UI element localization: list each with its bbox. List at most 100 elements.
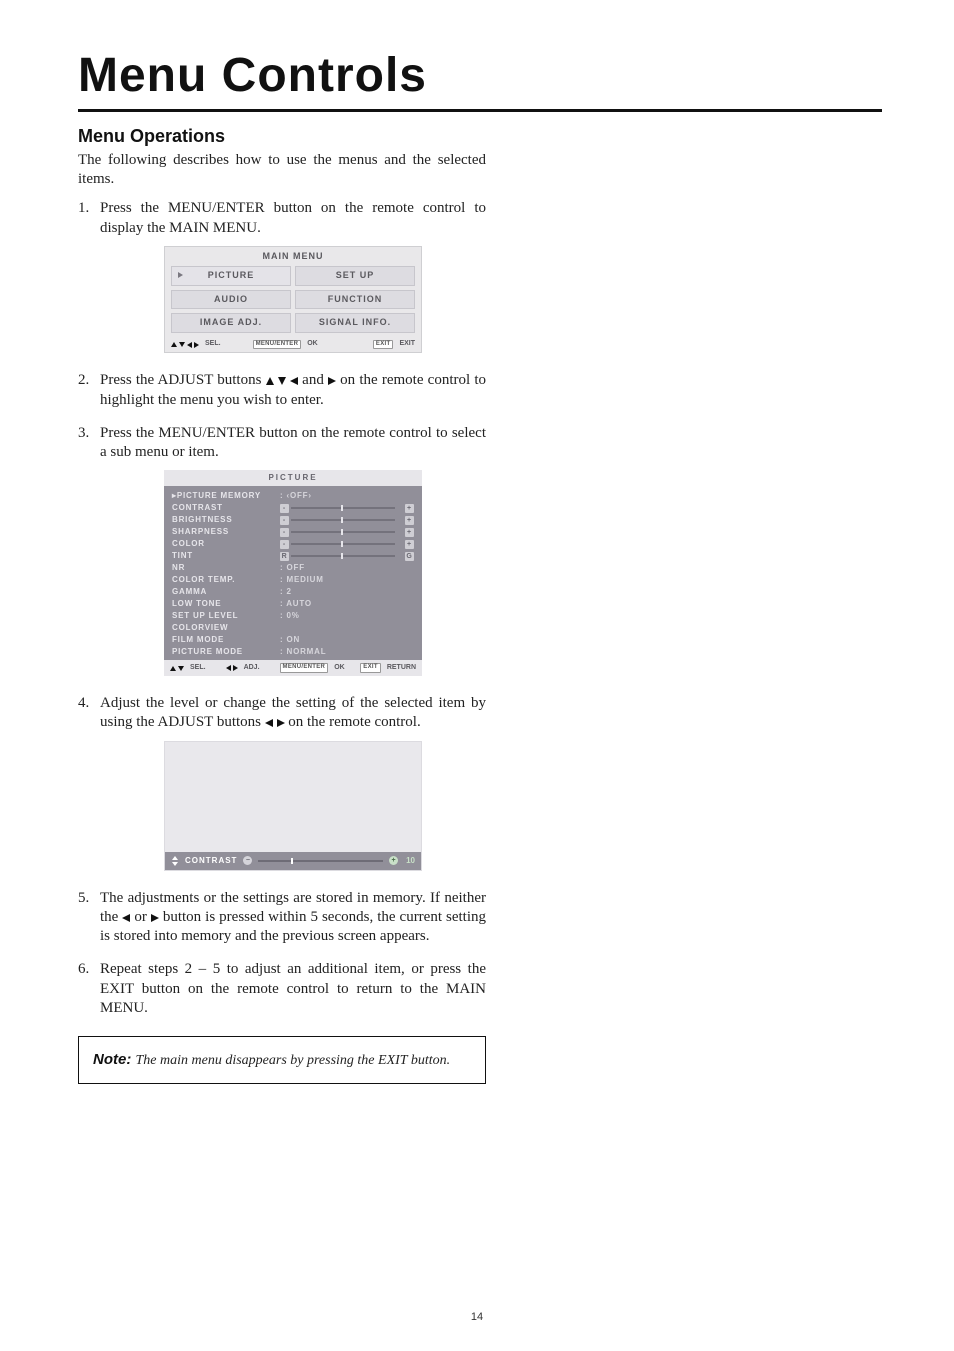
row-label: COLOR	[172, 539, 280, 549]
picture-row-color[interactable]: COLOR- +	[172, 538, 414, 550]
footer-adj-label: ADJ.	[244, 664, 260, 673]
step-6: Repeat steps 2 – 5 to adjust an addition…	[78, 960, 486, 1018]
cap-left-icon: -	[280, 516, 289, 525]
picture-row-colorview[interactable]: COLORVIEW	[172, 622, 414, 634]
down-arrow-icon	[278, 377, 286, 385]
step-3-text: Press the MENU/ENTER button on the remot…	[100, 425, 486, 460]
row-value: : MEDIUM	[280, 575, 324, 585]
cap-right-icon: +	[405, 540, 414, 549]
picture-row-brightness[interactable]: BRIGHTNESS-+	[172, 514, 414, 526]
menu-enter-key-icon: MENU/ENTER	[253, 340, 302, 350]
step-2: Press the ADJUST buttons and on the remo…	[78, 371, 486, 409]
picture-row-picture-memory[interactable]: ▸PICTURE MEMORY: ‹OFF›	[172, 490, 414, 502]
step-2-text-b: and	[298, 372, 328, 388]
row-label: LOW TONE	[172, 599, 280, 609]
main-menu-item-signal-info[interactable]: SIGNAL INFO.	[295, 313, 415, 333]
exit-key-icon: EXIT	[373, 340, 394, 350]
picture-row-color-temp-[interactable]: COLOR TEMP.: MEDIUM	[172, 574, 414, 586]
footer-ok-label: OK	[334, 664, 345, 673]
row-value: : 2	[280, 587, 292, 597]
main-menu-footer: SEL. MENU/ENTER OK EXIT EXIT	[165, 337, 421, 353]
contrast-slider[interactable]	[258, 860, 383, 862]
cap-left-icon: -	[280, 540, 289, 549]
row-value: : 0%	[280, 611, 300, 621]
footer-sel-label: SEL.	[205, 340, 221, 349]
picture-row-low-tone[interactable]: LOW TONE: AUTO	[172, 598, 414, 610]
picture-row-gamma[interactable]: GAMMA: 2	[172, 586, 414, 598]
nav-arrows-icon	[171, 342, 199, 348]
main-menu-item-image-adj[interactable]: IMAGE ADJ.	[171, 313, 291, 333]
row-label: CONTRAST	[172, 503, 280, 513]
picture-row-contrast[interactable]: CONTRAST-+	[172, 502, 414, 514]
main-menu-item-picture[interactable]: PICTURE	[171, 266, 291, 286]
page-number: 14	[471, 1311, 483, 1323]
row-label: SHARPNESS	[172, 527, 280, 537]
main-menu-item-audio[interactable]: AUDIO	[171, 290, 291, 310]
menu-enter-key-icon: MENU/ENTER	[280, 663, 329, 673]
plus-cap-icon: +	[389, 856, 398, 865]
title-rule	[78, 109, 882, 112]
picture-row-picture-mode[interactable]: PICTURE MODE: NORMAL	[172, 646, 414, 658]
contrast-value: 10	[406, 856, 415, 866]
row-value: : ‹OFF›	[280, 491, 312, 501]
cap-right-icon: +	[405, 528, 414, 537]
step-1-text: Press the MENU/ENTER button on the remot…	[100, 200, 486, 235]
exit-key-icon: EXIT	[360, 663, 381, 673]
note-box: Note: The main menu disappears by pressi…	[78, 1036, 486, 1084]
picture-menu-footer: SEL. ADJ. MENU/ENTER OK EXIT RETURN	[164, 660, 422, 676]
figure-contrast-bar: CONTRAST − + 10	[164, 741, 422, 871]
row-label: BRIGHTNESS	[172, 515, 280, 525]
right-arrow-icon	[277, 719, 285, 727]
row-value: : OFF	[280, 563, 305, 573]
page-title: Menu Controls	[78, 48, 882, 103]
step-5-text-c: button is pressed within 5 seconds, the …	[100, 909, 486, 944]
figure-main-menu: MAIN MENU PICTURE SET UP AUDIO FUNCTION …	[164, 246, 422, 354]
step-4-text-b: on the remote control.	[285, 714, 421, 730]
value-slider[interactable]	[291, 543, 395, 545]
step-6-text: Repeat steps 2 – 5 to adjust an addition…	[100, 961, 486, 1015]
value-slider[interactable]	[291, 555, 395, 557]
step-2-text-a: Press the ADJUST buttons	[100, 372, 266, 388]
value-slider[interactable]	[291, 531, 395, 533]
picture-row-film-mode[interactable]: FILM MODE: ON	[172, 634, 414, 646]
row-label: GAMMA	[172, 587, 280, 597]
row-label: SET UP LEVEL	[172, 611, 280, 621]
row-value: : ON	[280, 635, 300, 645]
steps-list: Press the MENU/ENTER button on the remot…	[78, 199, 486, 1018]
picture-row-tint[interactable]: TINTR G	[172, 550, 414, 562]
step-5-text-b: or	[130, 909, 151, 925]
cap-left-icon: R	[280, 552, 289, 561]
note-label: Note:	[93, 1051, 136, 1068]
picture-row-nr[interactable]: NR: OFF	[172, 562, 414, 574]
step-1: Press the MENU/ENTER button on the remot…	[78, 199, 486, 353]
cap-right-icon: G	[405, 552, 414, 561]
up-arrow-icon	[266, 377, 274, 385]
leftright-arrows-icon	[226, 665, 238, 671]
main-menu-item-setup[interactable]: SET UP	[295, 266, 415, 286]
footer-sel-label: SEL.	[190, 664, 206, 673]
value-slider[interactable]	[291, 507, 395, 509]
minus-cap-icon: −	[243, 856, 252, 865]
picture-row-sharpness[interactable]: SHARPNESS- +	[172, 526, 414, 538]
main-menu-item-function[interactable]: FUNCTION	[295, 290, 415, 310]
picture-row-set-up-level[interactable]: SET UP LEVEL: 0%	[172, 610, 414, 622]
left-arrow-icon	[265, 719, 273, 727]
row-label: TINT	[172, 551, 280, 561]
cap-left-icon: -	[280, 528, 289, 537]
intro-text: The following describes how to use the m…	[78, 151, 486, 189]
row-value: : AUTO	[280, 599, 312, 609]
footer-ok-label: OK	[307, 340, 318, 349]
row-label: COLOR TEMP.	[172, 575, 280, 585]
right-arrow-icon	[328, 377, 336, 385]
step-3: Press the MENU/ENTER button on the remot…	[78, 424, 486, 676]
note-text: The main menu disappears by pressing the…	[136, 1053, 451, 1068]
picture-menu-title: PICTURE	[164, 470, 422, 486]
figure-picture-submenu: PICTURE ▸PICTURE MEMORY: ‹OFF›CONTRAST-+…	[164, 470, 422, 676]
value-slider[interactable]	[291, 519, 395, 521]
cap-right-icon: +	[405, 504, 414, 513]
row-label: FILM MODE	[172, 635, 280, 645]
footer-return-label: RETURN	[387, 664, 416, 673]
row-label: PICTURE MODE	[172, 647, 280, 657]
row-label: COLORVIEW	[172, 623, 280, 633]
updown-arrows-icon	[170, 666, 184, 671]
